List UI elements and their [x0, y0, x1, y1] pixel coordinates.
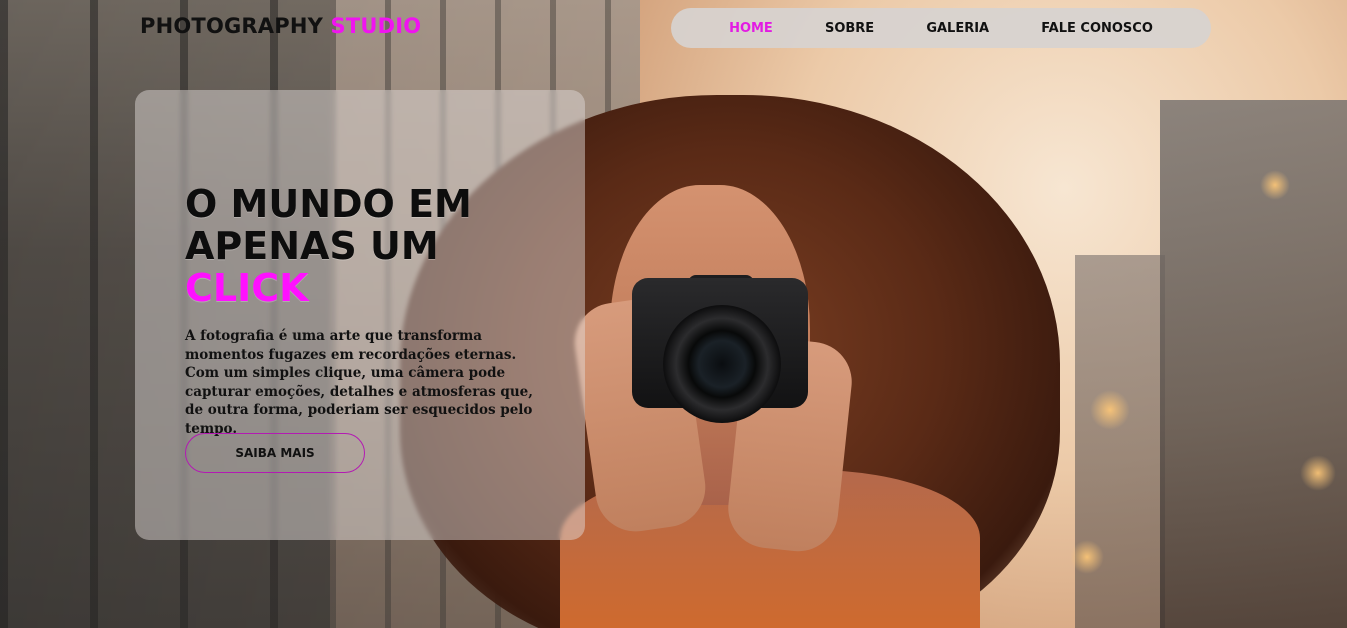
logo-main-text: PHOTOGRAPHY [140, 14, 324, 38]
nav-fale-conosco[interactable]: FALE CONOSCO [1041, 21, 1153, 36]
headline-line-2: APENAS UM [185, 224, 439, 268]
bokeh-light [1260, 170, 1290, 200]
headline-accent: CLICK [185, 266, 309, 310]
bokeh-light [1300, 455, 1336, 491]
bokeh-light [1070, 540, 1104, 574]
bokeh-light [1090, 390, 1130, 430]
hero-description: A fotografia é uma arte que transforma m… [185, 328, 533, 437]
hero-headline: O MUNDO EM APENAS UM CLICK [185, 183, 472, 309]
logo-accent-text: STUDIO [330, 14, 422, 38]
main-nav: HOME SOBRE GALERIA FALE CONOSCO [671, 8, 1211, 48]
nav-sobre[interactable]: SOBRE [825, 21, 874, 36]
building-right [1160, 100, 1347, 628]
camera-lens [663, 305, 781, 423]
saiba-mais-button[interactable]: SAIBA MAIS [185, 433, 365, 473]
nav-home[interactable]: HOME [729, 21, 773, 36]
site-logo[interactable]: PHOTOGRAPHY STUDIO [140, 14, 421, 38]
headline-line-1: O MUNDO EM [185, 182, 472, 226]
nav-galeria[interactable]: GALERIA [926, 21, 989, 36]
